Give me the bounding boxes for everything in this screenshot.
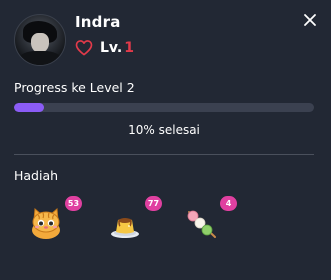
avatar-coat xyxy=(19,51,61,65)
close-icon xyxy=(304,14,316,26)
heart-icon xyxy=(75,40,93,56)
progress-bar xyxy=(14,103,314,112)
pudding-icon xyxy=(111,218,139,238)
gift-count-badge: 53 xyxy=(65,196,82,211)
avatar-face xyxy=(31,33,49,53)
progress-title: Progress ke Level 2 xyxy=(14,80,135,95)
username: Indra xyxy=(75,13,121,31)
level-indicator: Lv. 1 xyxy=(75,39,134,56)
divider xyxy=(14,154,314,155)
gift-count-badge: 4 xyxy=(220,196,237,211)
progress-fill xyxy=(14,103,44,112)
gifts-title: Hadiah xyxy=(14,168,59,183)
close-button[interactable] xyxy=(303,12,317,26)
progress-text: 10% selesai xyxy=(128,123,200,137)
gift-item[interactable]: 77 xyxy=(109,196,162,244)
avatar[interactable] xyxy=(14,14,66,66)
level-prefix: Lv. xyxy=(100,39,123,56)
gift-item[interactable]: 53 xyxy=(28,196,82,244)
gift-item[interactable]: 4 xyxy=(184,196,237,244)
level-number: 1 xyxy=(124,39,134,56)
dango-icon xyxy=(187,210,216,238)
cat-icon xyxy=(32,207,60,239)
gift-count-badge: 77 xyxy=(145,196,162,211)
